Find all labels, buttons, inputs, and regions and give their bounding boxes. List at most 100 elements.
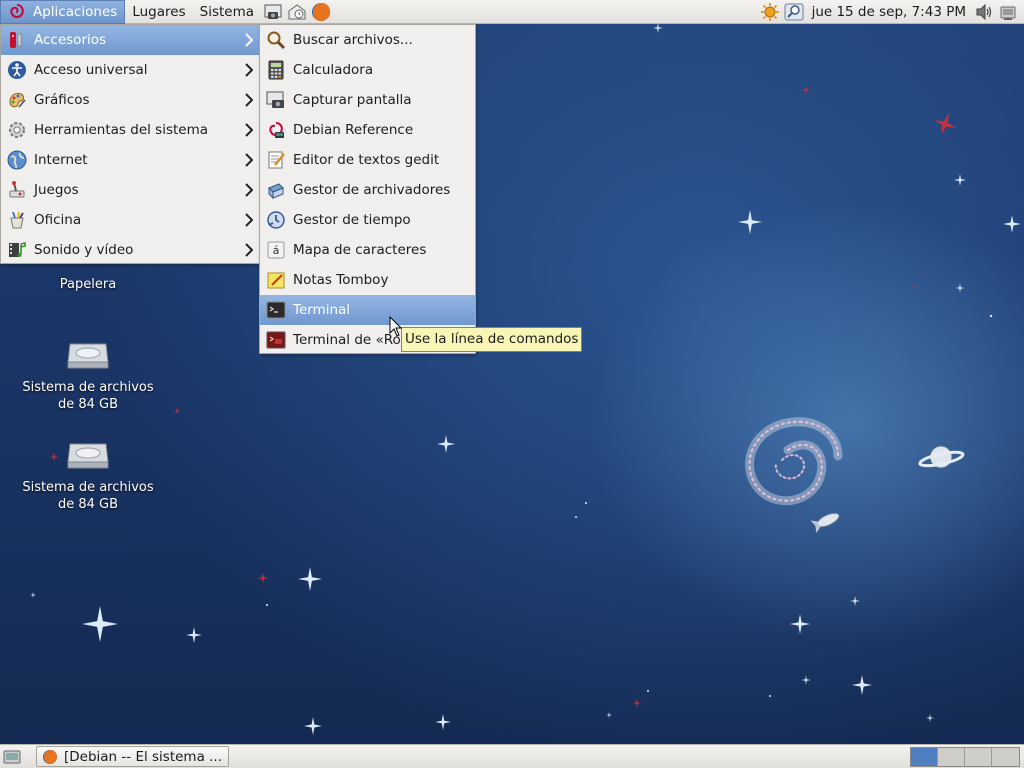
desktop-icon-filesystem-1[interactable]: Sistema de archivos de 84 GB — [13, 338, 163, 413]
menu-item-label: Herramientas del sistema — [34, 122, 209, 138]
launcher-mail[interactable] — [285, 0, 309, 24]
filesystem-label: Sistema de archivos de 84 GB — [22, 380, 154, 412]
launcher-firefox[interactable] — [309, 0, 333, 24]
menu-item-label: Gráficos — [34, 92, 90, 108]
bottom-panel: [Debian -- El sistema ... — [0, 744, 1024, 768]
firefox-icon — [43, 749, 57, 764]
taskbar-window-title: [Debian -- El sistema ... — [64, 748, 223, 765]
menu-applications[interactable]: Aplicaciones — [0, 0, 126, 24]
menu-item-accessibility[interactable]: Acceso universal — [1, 55, 259, 85]
tray-network[interactable] — [996, 0, 1020, 24]
menu-item-label: Terminal — [293, 302, 351, 318]
debian-reference-icon — [265, 119, 287, 141]
menu-item-label: Notas Tomboy — [293, 272, 389, 288]
menu-item-internet[interactable]: Internet — [1, 145, 259, 175]
menu-item-label: Oficina — [34, 212, 82, 228]
top-panel: Aplicaciones Lugares Sistema jue 15 de s… — [0, 0, 1024, 24]
chevron-right-icon — [245, 123, 253, 137]
chevron-right-icon — [245, 153, 253, 167]
menu-item-label: Gestor de archivadores — [293, 182, 451, 198]
menu-item-calculator[interactable]: Calculadora — [260, 55, 475, 85]
menu-item-label: Editor de textos gedit — [293, 152, 440, 168]
chevron-right-icon — [245, 183, 253, 197]
menu-item-label: Acceso universal — [34, 62, 148, 78]
text-editor-icon — [265, 149, 287, 171]
menu-item-label: Juegos — [34, 182, 79, 198]
applications-menu: Accesorios Acceso universal Gráficos Her… — [0, 24, 260, 264]
accessories-icon — [6, 29, 28, 51]
debian-swirl-icon — [10, 3, 24, 18]
games-icon — [6, 179, 28, 201]
filesystem-label: Sistema de archivos de 84 GB — [22, 480, 154, 512]
menu-item-label: Mapa de caracteres — [293, 242, 427, 258]
menu-item-games[interactable]: Juegos — [1, 175, 259, 205]
mail-icon — [288, 3, 306, 19]
menu-item-label: Gestor de tiempo — [293, 212, 411, 228]
archive-manager-icon — [265, 179, 287, 201]
chevron-right-icon — [245, 213, 253, 227]
menu-system-label: Sistema — [199, 3, 255, 20]
menu-places[interactable]: Lugares — [125, 0, 192, 24]
menu-item-character-map[interactable]: á Mapa de caracteres — [260, 235, 475, 265]
menu-item-screenshot[interactable]: Capturar pantalla — [260, 85, 475, 115]
time-tracker-icon — [265, 209, 287, 231]
terminal-icon — [265, 299, 287, 321]
mouse-pointer-icon — [389, 316, 403, 337]
menu-item-graphics[interactable]: Gráficos — [1, 85, 259, 115]
workspace-1[interactable] — [911, 747, 938, 766]
menu-item-label: Debian Reference — [293, 122, 414, 138]
menu-item-accessories[interactable]: Accesorios — [1, 25, 259, 55]
menu-places-label: Lugares — [132, 3, 186, 20]
menu-item-tomboy[interactable]: Notas Tomboy — [260, 265, 475, 295]
svg-text:á: á — [273, 244, 280, 257]
workspace-4[interactable] — [992, 747, 1019, 766]
menu-system[interactable]: Sistema — [193, 0, 261, 24]
tomboy-icon — [265, 269, 287, 291]
menu-item-archive-manager[interactable]: Gestor de archivadores — [260, 175, 475, 205]
root-terminal-icon — [265, 329, 287, 351]
menu-item-label: Accesorios — [34, 32, 107, 48]
menu-item-system-tools[interactable]: Herramientas del sistema — [1, 115, 259, 145]
menu-item-label: Capturar pantalla — [293, 92, 412, 108]
update-notifier-icon — [760, 2, 779, 21]
internet-icon — [6, 149, 28, 171]
workspace-2[interactable] — [938, 747, 965, 766]
firefox-icon — [312, 2, 331, 21]
launcher-screenshot[interactable] — [261, 0, 285, 24]
tooltip: Use la línea de comandos — [401, 327, 583, 352]
menu-item-terminal[interactable]: Terminal — [260, 295, 475, 325]
menu-item-label: Internet — [34, 152, 88, 168]
tray-search[interactable] — [782, 0, 806, 24]
menu-applications-label: Aplicaciones — [33, 3, 118, 20]
hard-drive-icon — [67, 443, 109, 469]
chevron-right-icon — [245, 243, 253, 257]
accessories-menu: Buscar archivos... Calculadora Capturar … — [259, 24, 476, 354]
screenshot-icon — [264, 4, 282, 19]
menu-item-debian-reference[interactable]: Debian Reference — [260, 115, 475, 145]
menu-item-multimedia[interactable]: Sonido y vídeo — [1, 235, 259, 265]
menu-item-label: Sonido y vídeo — [34, 242, 134, 258]
calculator-icon — [265, 59, 287, 81]
clock[interactable]: jue 15 de sep, 7:43 PM — [806, 4, 972, 20]
workspace-3[interactable] — [965, 747, 992, 766]
show-desktop-icon — [3, 750, 21, 763]
desktop-icon-filesystem-2[interactable]: Sistema de archivos de 84 GB — [13, 438, 163, 513]
menu-item-label: Calculadora — [293, 62, 374, 78]
menu-item-search-files[interactable]: Buscar archivos... — [260, 25, 475, 55]
menu-item-gedit[interactable]: Editor de textos gedit — [260, 145, 475, 175]
hard-drive-icon — [67, 343, 109, 369]
menu-item-office[interactable]: Oficina — [1, 205, 259, 235]
menu-item-time-tracker[interactable]: Gestor de tiempo — [260, 205, 475, 235]
taskbar-window-button[interactable]: [Debian -- El sistema ... — [36, 746, 229, 767]
tray-updates[interactable] — [758, 0, 782, 24]
office-icon — [6, 209, 28, 231]
workspace-switcher — [910, 746, 1020, 767]
tray-volume[interactable] — [972, 0, 996, 24]
chevron-right-icon — [245, 93, 253, 107]
graphics-icon — [6, 89, 28, 111]
multimedia-icon — [6, 239, 28, 261]
chevron-right-icon — [245, 63, 253, 77]
show-desktop-button[interactable] — [0, 745, 24, 768]
menu-item-label: Buscar archivos... — [293, 32, 413, 48]
volume-icon — [976, 3, 992, 20]
